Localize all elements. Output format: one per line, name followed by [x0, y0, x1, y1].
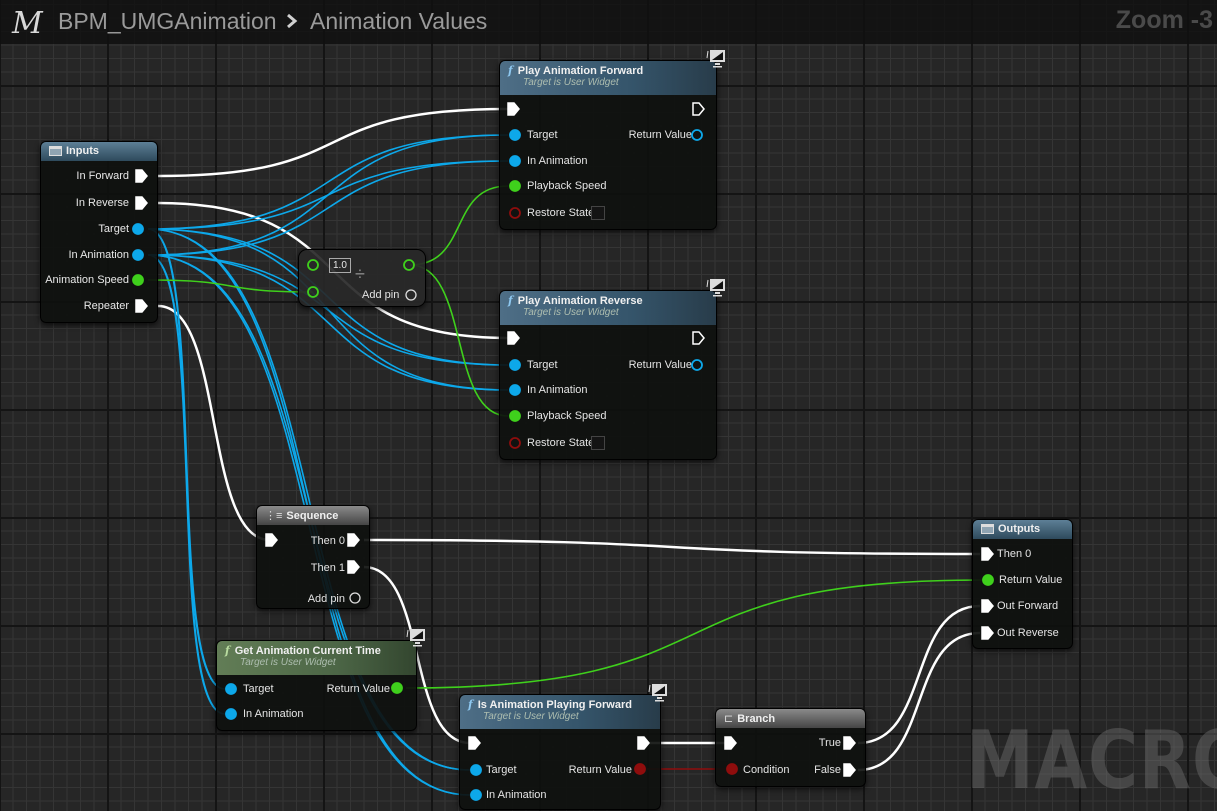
play-animation-reverse-node[interactable]: f Play Animation Reverse Target is User W… [499, 290, 717, 460]
breadcrumb-current: Animation Values [310, 8, 488, 34]
pin-target-label: Target [486, 764, 517, 776]
wire-true[interactable] [857, 604, 981, 745]
pin-playback-speed-label: Playback Speed [527, 410, 607, 422]
play-animation-forward-node[interactable]: f Play Animation Forward Target is User W… [499, 60, 717, 230]
is-playing-header[interactable]: f Is Animation Playing Forward Target is … [460, 695, 660, 729]
pin-true-label: True [818, 737, 841, 749]
pin-then-0-label: Then 0 [310, 535, 345, 547]
graph-title-bar: M BPM_UMGAnimation Animation Values Zoom… [0, 0, 1217, 44]
restore-state-checkbox[interactable] [591, 206, 605, 220]
outputs-node[interactable]: Outputs Then 0 Return Value Out Forward … [972, 519, 1073, 649]
macro-icon: M [12, 6, 43, 41]
inputs-node[interactable]: Inputs In Forward In Reverse Target In A… [40, 141, 158, 323]
node-subtitle: Target is User Widget [240, 657, 336, 668]
pin-return-value-label: Return Value [628, 359, 692, 371]
node-title: Branch [737, 713, 776, 725]
pin-target-label: Target [527, 129, 558, 141]
pin-in-animation: In Animation [68, 249, 129, 261]
pin-target-label: Target [243, 683, 274, 695]
wire-target[interactable] [147, 160, 509, 230]
pin-return-value-label: Return Value [628, 129, 692, 141]
pin-label: Target [98, 223, 129, 235]
widget-target-icon [406, 629, 425, 647]
branch-node[interactable]: ⊏ Branch Condition True False [715, 708, 866, 787]
pin-label: Repeater [83, 300, 129, 312]
pin-repeater: Repeater [84, 300, 129, 312]
widget-target-icon [706, 279, 725, 297]
pin-animation-speed: Animation Speed [45, 274, 129, 286]
node-subtitle: Target is User Widget [483, 711, 579, 722]
window-icon [981, 524, 994, 534]
sequence-icon: ⋮≡ [265, 510, 283, 522]
node-title: Play Animation Reverse [517, 295, 643, 307]
divisor-default-input[interactable]: 1.0 [329, 258, 351, 273]
function-icon: f [225, 644, 230, 657]
outputs-node-header[interactable]: Outputs [973, 520, 1072, 539]
function-icon: f [508, 294, 513, 307]
zoom-level: Zoom -3 [1115, 6, 1213, 34]
node-subtitle: Target is User Widget [523, 77, 619, 88]
function-icon: f [508, 64, 513, 77]
pin-condition-label: Condition [743, 764, 790, 776]
inputs-node-header[interactable]: Inputs [41, 142, 157, 161]
pin-return-value-label: Return Value [568, 764, 632, 776]
wire-target[interactable] [147, 134, 509, 230]
wire-current-time[interactable] [405, 579, 983, 689]
node-title: Outputs [998, 523, 1041, 535]
sequence-header[interactable]: ⋮≡ Sequence [257, 506, 369, 525]
pin-return-value-label: Return Value [326, 683, 390, 695]
node-title: Play Animation Forward [517, 65, 644, 77]
pin-target-label: Target [527, 359, 558, 371]
chevron-right-icon [287, 13, 298, 29]
widget-target-icon [648, 684, 667, 702]
pin-restore-state-label: Restore State [527, 207, 595, 219]
pin-out-forward-label: Out Forward [997, 600, 1059, 612]
pin-label: In Forward [76, 170, 129, 182]
wire-false[interactable] [857, 631, 981, 772]
pin-then-0-label: Then 0 [997, 548, 1032, 560]
node-subtitle: Target is User Widget [523, 307, 619, 318]
branch-header[interactable]: ⊏ Branch [716, 709, 865, 728]
pin-label: In Reverse [75, 197, 129, 209]
get-time-header[interactable]: f Get Animation Current Time Target is Us… [217, 641, 416, 675]
pin-in-animation-label: In Animation [486, 789, 547, 801]
pin-in-reverse: In Reverse [76, 197, 129, 209]
sequence-node[interactable]: ⋮≡ Sequence Then 0 Then 1 Add pin [256, 505, 370, 609]
play-forward-header[interactable]: f Play Animation Forward Target is User W… [500, 61, 716, 95]
add-pin-label[interactable]: Add pin [362, 289, 399, 301]
pin-label: In Animation [68, 249, 129, 261]
pin-return-value-label: Return Value [999, 574, 1063, 586]
pin-target: Target [98, 223, 129, 235]
wire-in-forward[interactable] [157, 107, 509, 178]
pin-in-animation-label: In Animation [527, 384, 588, 396]
inputs-node-title: Inputs [66, 145, 99, 157]
pin-in-animation-label: In Animation [243, 708, 304, 720]
pin-playback-speed-label: Playback Speed [527, 180, 607, 192]
restore-state-checkbox[interactable] [591, 436, 605, 450]
pin-out-reverse-label: Out Reverse [997, 627, 1059, 639]
breadcrumb-graph-name[interactable]: BPM_UMGAnimation [58, 8, 277, 35]
pin-restore-state-label: Restore State [527, 437, 595, 449]
pin-false-label: False [814, 764, 841, 776]
get-animation-current-time-node[interactable]: f Get Animation Current Time Target is Us… [216, 640, 417, 731]
node-title: Sequence [286, 510, 339, 522]
play-reverse-header[interactable]: f Play Animation Reverse Target is User W… [500, 291, 716, 325]
divide-symbol: ÷ [355, 264, 365, 284]
node-title: Is Animation Playing Forward [477, 699, 632, 711]
branch-icon: ⊏ [724, 713, 734, 725]
pin-in-animation-label: In Animation [527, 155, 588, 167]
wire-then-0[interactable] [363, 538, 981, 556]
pin-then-1-label: Then 1 [310, 562, 345, 574]
node-title: Get Animation Current Time [234, 645, 381, 657]
add-pin-label[interactable]: Add pin [308, 593, 345, 605]
divide-node[interactable]: 1.0 ÷ Add pin [298, 249, 426, 307]
window-icon [49, 146, 62, 156]
pin-in-forward: In Forward [76, 170, 129, 182]
pin-label: Animation Speed [45, 274, 129, 286]
is-animation-playing-forward-node[interactable]: f Is Animation Playing Forward Target is … [459, 694, 661, 810]
widget-target-icon [706, 50, 725, 68]
function-icon: f [468, 698, 473, 711]
